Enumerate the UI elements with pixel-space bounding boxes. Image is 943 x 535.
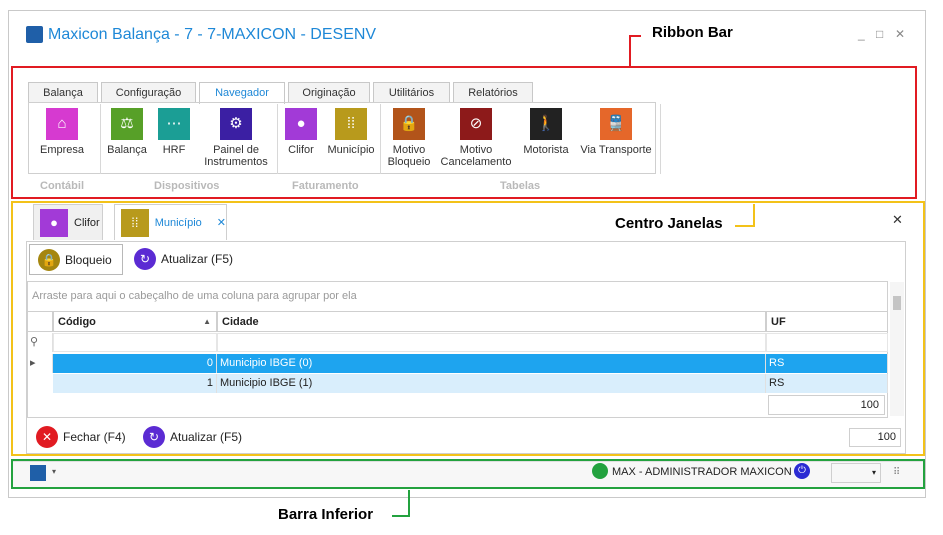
- barra-leader: [408, 490, 410, 516]
- callout-ribbon-bar: Ribbon Bar: [652, 24, 733, 41]
- window-title: Maxicon Balança - 7 - 7-MAXICON - DESENV: [48, 26, 377, 43]
- barra-outline: [11, 459, 925, 489]
- app-logo-icon: [26, 26, 43, 43]
- callout-barra-inferior: Barra Inferior: [278, 506, 374, 523]
- centro-outline: [11, 201, 925, 456]
- ribbon-outline: [11, 66, 917, 199]
- ribbon-leader: [629, 35, 641, 37]
- barra-leader: [392, 515, 410, 517]
- centro-leader: [735, 225, 755, 227]
- close-window-button[interactable]: ✕: [895, 27, 905, 41]
- ribbon-leader: [629, 35, 631, 66]
- callout-centro-janelas: Centro Janelas: [615, 215, 723, 232]
- centro-leader: [753, 204, 755, 227]
- minimize-button[interactable]: _: [858, 27, 865, 41]
- maximize-button[interactable]: □: [876, 27, 883, 41]
